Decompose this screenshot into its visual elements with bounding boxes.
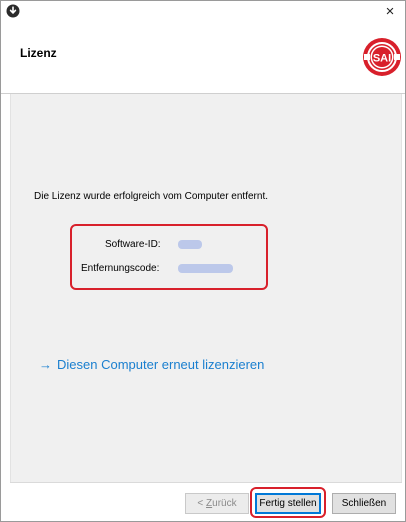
content-panel: Die Lizenz wurde erfolgreich vom Compute… [10, 94, 402, 482]
software-id-value-redacted [178, 240, 202, 249]
dialog-header: Lizenz SAI [1, 23, 405, 93]
removal-code-value-redacted [178, 264, 233, 273]
relicense-link-label: Diesen Computer erneut lizenzieren [57, 357, 265, 372]
titlebar: × [1, 1, 405, 23]
removal-code-label: Entfernungscode: [81, 263, 160, 274]
back-button[interactable]: < Zurück [185, 493, 249, 514]
sai-logo: SAI [363, 38, 401, 76]
finish-button-highlight [250, 487, 326, 518]
software-id-label: Software-ID: [105, 239, 161, 250]
back-button-label: urück [212, 498, 237, 509]
status-message: Die Lizenz wurde erfolgreich vom Compute… [34, 191, 268, 202]
license-info-highlight [70, 224, 268, 290]
license-dialog: × Lizenz SAI Die Lizenz wurde erfolgreic… [0, 0, 406, 522]
relicense-link[interactable]: → Diesen Computer erneut lizenzieren [39, 357, 264, 372]
arrow-right-icon: → [39, 357, 52, 372]
download-circle-icon [6, 4, 20, 18]
close-button[interactable]: Schließen [332, 493, 396, 514]
page-title: Lizenz [20, 46, 57, 60]
window-close-button[interactable]: × [379, 2, 401, 22]
footer-divider [10, 482, 402, 483]
logo-text: SAI [373, 53, 391, 65]
back-button-prefix: < [197, 498, 207, 509]
